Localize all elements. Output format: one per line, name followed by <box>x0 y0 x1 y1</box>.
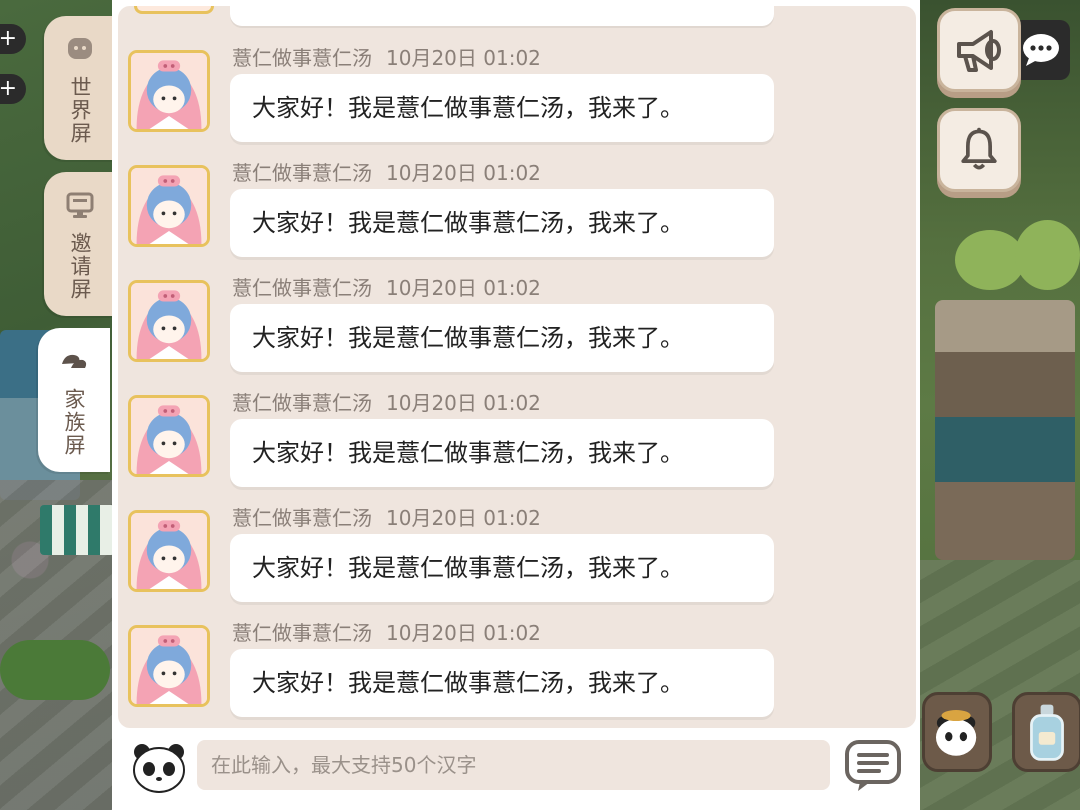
sender-name[interactable]: 薏仁做事薏仁汤 <box>232 161 372 185</box>
tab-family[interactable]: 家族屏 <box>38 328 110 472</box>
panda-character-button[interactable] <box>922 692 992 772</box>
avatar[interactable] <box>134 6 214 14</box>
tab-world[interactable]: 世界屏 <box>44 16 116 160</box>
message-meta: 薏仁做事薏仁汤 10月20日 01:02 <box>232 387 541 416</box>
message-meta: 薏仁做事薏仁汤 10月20日 01:02 <box>232 502 541 531</box>
panda-icon[interactable] <box>130 738 188 796</box>
message-list[interactable]: 薏仁做事薏仁汤 10月20日 01:02 大家好！我是薏仁做事薏仁汤，我来了。 薏… <box>118 6 916 728</box>
message-bubble: 大家好！我是薏仁做事薏仁汤，我来了。 <box>230 534 774 602</box>
sender-name[interactable]: 薏仁做事薏仁汤 <box>232 391 372 415</box>
chat-panel: 薏仁做事薏仁汤 10月20日 01:02 大家好！我是薏仁做事薏仁汤，我来了。 薏… <box>112 0 920 810</box>
background-building <box>935 300 1075 560</box>
message-bubble: 大家好！我是薏仁做事薏仁汤，我来了。 <box>230 189 774 257</box>
message-time: 10月20日 01:02 <box>386 621 541 645</box>
message-bubble: 大家好！我是薏仁做事薏仁汤，我来了。 <box>230 304 774 372</box>
avatar[interactable] <box>128 510 210 592</box>
tab-invite[interactable]: 邀请屏 <box>44 172 116 316</box>
tab-label: 家族屏 <box>62 388 86 457</box>
avatar[interactable] <box>128 50 210 132</box>
message-time: 10月20日 01:02 <box>386 506 541 530</box>
message-bubble <box>230 6 774 26</box>
family-icon <box>59 346 89 380</box>
sender-name[interactable]: 薏仁做事薏仁汤 <box>232 276 372 300</box>
menu-lines-icon[interactable] <box>844 738 902 794</box>
message-meta: 薏仁做事薏仁汤 10月20日 01:02 <box>232 617 541 646</box>
message-item: 薏仁做事薏仁汤 10月20日 01:02 大家好！我是薏仁做事薏仁汤，我来了。 <box>128 276 908 381</box>
megaphone-icon[interactable] <box>937 8 1021 92</box>
message-item: 薏仁做事薏仁汤 10月20日 01:02 大家好！我是薏仁做事薏仁汤，我来了。 <box>128 46 908 151</box>
message-time: 10月20日 01:02 <box>386 391 541 415</box>
message-item: 薏仁做事薏仁汤 10月20日 01:02 大家好！我是薏仁做事薏仁汤，我来了。 <box>128 161 908 266</box>
message-bubble: 大家好！我是薏仁做事薏仁汤，我来了。 <box>230 419 774 487</box>
world-chat-icon <box>65 34 95 68</box>
message-item: 薏仁做事薏仁汤 10月20日 01:02 大家好！我是薏仁做事薏仁汤，我来了。 <box>128 391 908 496</box>
background-awning <box>40 505 115 555</box>
message-meta: 薏仁做事薏仁汤 10月20日 01:02 <box>232 42 541 71</box>
message-item: 薏仁做事薏仁汤 10月20日 01:02 大家好！我是薏仁做事薏仁汤，我来了。 <box>128 621 908 726</box>
background-bush <box>0 640 110 700</box>
monitor-icon <box>65 190 95 224</box>
message-item: 薏仁做事薏仁汤 10月20日 01:02 大家好！我是薏仁做事薏仁汤，我来了。 <box>128 506 908 611</box>
chat-input-bar <box>112 730 920 810</box>
tab-label: 邀请屏 <box>68 232 92 301</box>
message-meta: 薏仁做事薏仁汤 10月20日 01:02 <box>232 272 541 301</box>
bottle-button[interactable] <box>1012 692 1080 772</box>
sender-name[interactable]: 薏仁做事薏仁汤 <box>232 46 372 70</box>
background-tree <box>1015 220 1080 290</box>
chat-input[interactable] <box>197 740 830 790</box>
message-bubble: 大家好！我是薏仁做事薏仁汤，我来了。 <box>230 74 774 142</box>
message-meta: 薏仁做事薏仁汤 10月20日 01:02 <box>232 157 541 186</box>
avatar[interactable] <box>128 280 210 362</box>
message-time: 10月20日 01:02 <box>386 161 541 185</box>
tab-label: 世界屏 <box>68 76 92 145</box>
message-time: 10月20日 01:02 <box>386 46 541 70</box>
bell-icon[interactable] <box>937 108 1021 192</box>
sender-name[interactable]: 薏仁做事薏仁汤 <box>232 621 372 645</box>
avatar[interactable] <box>128 625 210 707</box>
message-bubble: 大家好！我是薏仁做事薏仁汤，我来了。 <box>230 649 774 717</box>
avatar[interactable] <box>128 165 210 247</box>
message-time: 10月20日 01:02 <box>386 276 541 300</box>
sender-name[interactable]: 薏仁做事薏仁汤 <box>232 506 372 530</box>
avatar[interactable] <box>128 395 210 477</box>
